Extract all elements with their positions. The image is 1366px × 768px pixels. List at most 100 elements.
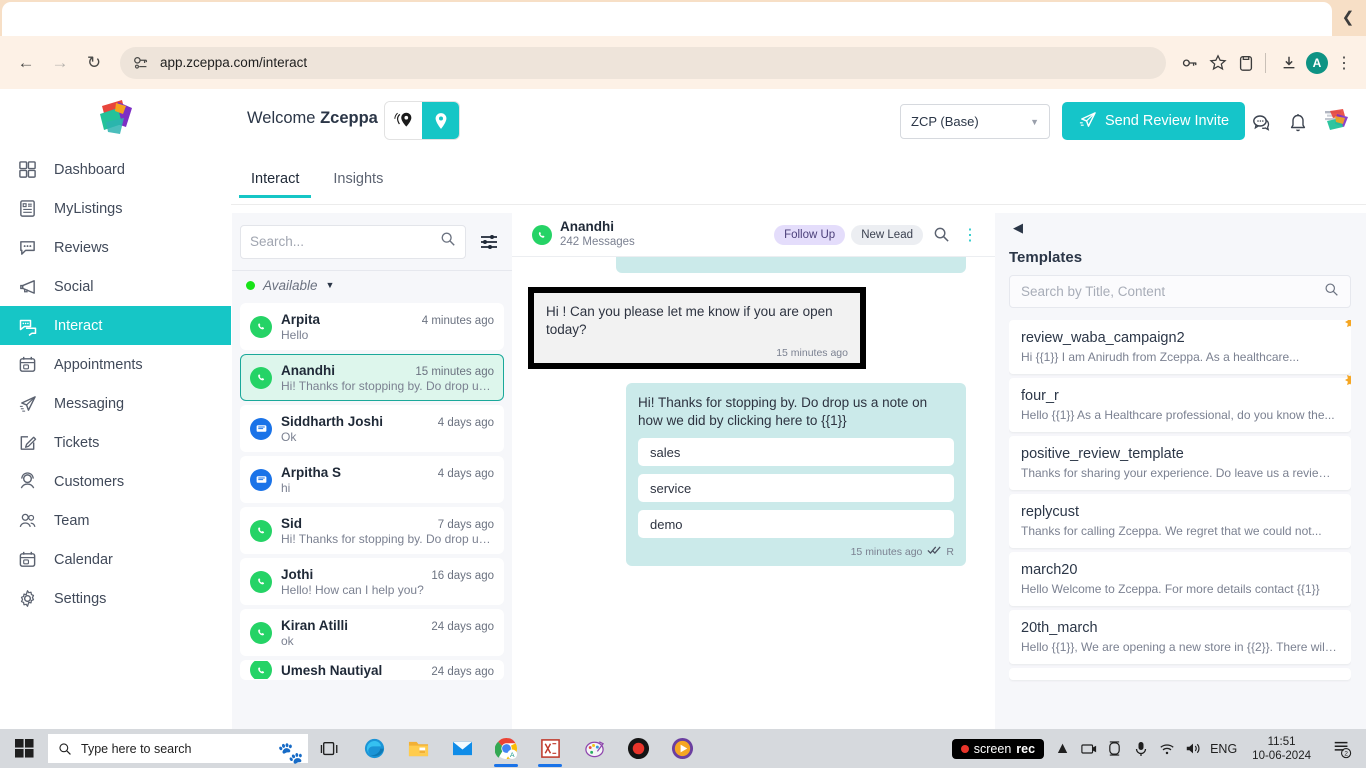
sidebar-item-customers[interactable]: Customers bbox=[0, 462, 231, 501]
location-select-value: ZCP (Base) bbox=[911, 114, 979, 129]
list-item[interactable]: Kiran Atilli 24 days ago ok bbox=[240, 609, 504, 656]
password-key-icon[interactable] bbox=[1178, 51, 1202, 75]
availability-status[interactable]: Available ▼ bbox=[232, 271, 512, 299]
search-icon[interactable] bbox=[930, 224, 952, 246]
sidebar-item-interact[interactable]: Interact bbox=[0, 306, 231, 345]
search-mascot-icon: 🐾 bbox=[277, 742, 304, 765]
taskbar-clock[interactable]: 11:51 10-06-2024 bbox=[1246, 735, 1317, 763]
start-button[interactable] bbox=[0, 729, 48, 768]
svg-text:A: A bbox=[510, 752, 515, 759]
conversation-preview: Hello! How can I help you? bbox=[281, 582, 424, 597]
template-name: positive_review_template bbox=[1021, 446, 1184, 462]
single-location-pin-icon[interactable] bbox=[422, 102, 459, 139]
back-arrow-icon[interactable]: ← bbox=[10, 47, 42, 79]
screenrec-indicator[interactable]: screen rec bbox=[951, 738, 1045, 759]
tray-device-icon[interactable] bbox=[1080, 740, 1097, 757]
multi-location-pin-icon[interactable] bbox=[385, 102, 422, 139]
template-card[interactable]: review_waba_campaign2 Hi {{1}} I am Anir… bbox=[1009, 320, 1351, 374]
sidebar-item-social[interactable]: Social bbox=[0, 267, 231, 306]
chevron-up-icon[interactable]: ▲ bbox=[1054, 740, 1071, 757]
chat-support-icon[interactable] bbox=[1248, 109, 1276, 137]
list-item[interactable]: Siddharth Joshi 4 days ago Ok bbox=[240, 405, 504, 452]
list-item[interactable]: Sid 7 days ago Hi! Thanks for stopping b… bbox=[240, 507, 504, 554]
bookmark-star-icon[interactable] bbox=[1206, 51, 1230, 75]
sidebar-item-tickets[interactable]: Tickets bbox=[0, 423, 231, 462]
template-card[interactable]: positive_review_template Thanks for shar… bbox=[1009, 436, 1351, 490]
status-badge-followup[interactable]: Follow Up bbox=[774, 224, 846, 245]
conversation-search-input[interactable]: Search... bbox=[240, 224, 466, 259]
microphone-icon[interactable] bbox=[1132, 740, 1149, 757]
search-icon[interactable] bbox=[1324, 282, 1339, 302]
taskbar-edge-icon[interactable] bbox=[352, 729, 396, 768]
chevron-down-icon[interactable]: ▼ bbox=[326, 280, 335, 290]
language-indicator[interactable]: ENG bbox=[1210, 742, 1237, 756]
template-card[interactable]: four_r Hello {{1}} As a Healthcare profe… bbox=[1009, 375, 1351, 432]
screenrec-label-rec: rec bbox=[1016, 741, 1036, 756]
conversation-name: Arpitha S bbox=[281, 464, 342, 480]
sidebar-nav: Dashboard MyListings Reviews Social Inte… bbox=[0, 150, 231, 618]
message-bubble-outgoing: Hi! Thanks for stopping by. Do drop us a… bbox=[626, 383, 966, 566]
tab-insights[interactable]: Insights bbox=[321, 163, 395, 198]
taskbar-record-icon[interactable] bbox=[616, 729, 660, 768]
sidebar-item-calendar[interactable]: Calendar bbox=[0, 540, 231, 579]
taskbar-chrome-icon[interactable]: A bbox=[484, 729, 528, 768]
download-icon[interactable] bbox=[1277, 51, 1301, 75]
quick-reply-option[interactable]: service bbox=[638, 474, 954, 502]
task-view-icon[interactable] bbox=[308, 729, 352, 768]
wifi-icon[interactable] bbox=[1158, 740, 1175, 757]
list-item[interactable]: Anandhi 15 minutes ago Hi! Thanks for st… bbox=[240, 354, 504, 401]
send-review-invite-button[interactable]: Send Review Invite bbox=[1062, 102, 1246, 140]
template-name: 20th_march bbox=[1021, 620, 1098, 636]
sidebar-item-mylistings[interactable]: MyListings bbox=[0, 189, 231, 228]
template-card[interactable]: 20th_march Hello {{1}}, We are opening a… bbox=[1009, 610, 1351, 664]
taskbar-paint-icon[interactable] bbox=[572, 729, 616, 768]
location-select[interactable]: ZCP (Base) ▼ bbox=[900, 104, 1050, 139]
quick-reply-option[interactable]: sales bbox=[638, 438, 954, 466]
sidebar-item-reviews[interactable]: Reviews bbox=[0, 228, 231, 267]
list-item[interactable]: Umesh Nautiyal 24 days ago bbox=[240, 660, 504, 680]
taskbar-file-explorer-icon[interactable] bbox=[396, 729, 440, 768]
search-icon[interactable] bbox=[440, 231, 456, 252]
browser-tab[interactable] bbox=[2, 2, 1332, 38]
sidebar-item-settings[interactable]: Settings bbox=[0, 579, 231, 618]
taskbar-excel-icon[interactable] bbox=[528, 729, 572, 768]
template-card[interactable]: march20 Hello Welcome to Zceppa. For mor… bbox=[1009, 552, 1351, 606]
profile-avatar[interactable]: A bbox=[1306, 51, 1328, 74]
template-card[interactable]: replycust Thanks for calling Zceppa. We … bbox=[1009, 494, 1351, 548]
reload-icon[interactable]: ↻ bbox=[78, 47, 110, 79]
status-badge-newlead[interactable]: New Lead bbox=[851, 224, 923, 245]
chevron-left-icon[interactable]: ❮ bbox=[1338, 8, 1358, 28]
list-item[interactable]: Arpitha S 4 days ago hi bbox=[240, 456, 504, 503]
address-bar[interactable]: app.zceppa.com/interact bbox=[120, 46, 1166, 79]
tab-interact[interactable]: Interact bbox=[239, 163, 312, 198]
taskbar-search-input[interactable]: Type here to search 🐾 bbox=[48, 734, 308, 765]
sidebar-item-messaging[interactable]: Messaging bbox=[0, 384, 231, 423]
collapse-left-icon[interactable]: ◀ bbox=[1009, 219, 1027, 237]
location-mode-toggle[interactable] bbox=[384, 101, 460, 140]
list-item[interactable]: Jothi 16 days ago Hello! How can I help … bbox=[240, 558, 504, 605]
sidebar-item-team[interactable]: Team bbox=[0, 501, 231, 540]
quick-reply-option[interactable]: demo bbox=[638, 510, 954, 538]
template-card[interactable] bbox=[1009, 668, 1351, 680]
site-settings-icon[interactable] bbox=[132, 54, 150, 72]
taskbar-media-player-icon[interactable] bbox=[660, 729, 704, 768]
kebab-menu-icon[interactable]: ⋮ bbox=[1332, 51, 1356, 75]
taskbar-mail-icon[interactable] bbox=[440, 729, 484, 768]
notification-center-icon[interactable]: 2 bbox=[1326, 729, 1358, 768]
kebab-menu-icon[interactable]: ⋮ bbox=[959, 224, 981, 246]
message-list[interactable]: Hi ! Can you please let me know if you a… bbox=[512, 257, 995, 669]
app-switcher-icon[interactable] bbox=[1320, 109, 1352, 137]
sidebar-item-appointments[interactable]: Appointments bbox=[0, 345, 231, 384]
tray-camera-icon[interactable] bbox=[1106, 740, 1123, 757]
volume-icon[interactable] bbox=[1184, 740, 1201, 757]
forward-arrow-icon[interactable]: → bbox=[44, 47, 76, 79]
templates-search-input[interactable]: Search by Title, Content bbox=[1009, 275, 1351, 308]
template-desc: Hi {{1}} I am Anirudh from Zceppa. As a … bbox=[1021, 350, 1300, 364]
zceppa-logo[interactable] bbox=[92, 94, 140, 142]
list-item[interactable]: Arpita 4 minutes ago Hello bbox=[240, 303, 504, 350]
sidebar-item-dashboard[interactable]: Dashboard bbox=[0, 150, 231, 189]
extensions-icon[interactable] bbox=[1234, 51, 1258, 75]
bell-icon[interactable] bbox=[1284, 109, 1312, 137]
filter-sliders-icon[interactable] bbox=[474, 227, 504, 257]
templates-list[interactable]: review_waba_campaign2 Hi {{1}} I am Anir… bbox=[1009, 320, 1351, 729]
